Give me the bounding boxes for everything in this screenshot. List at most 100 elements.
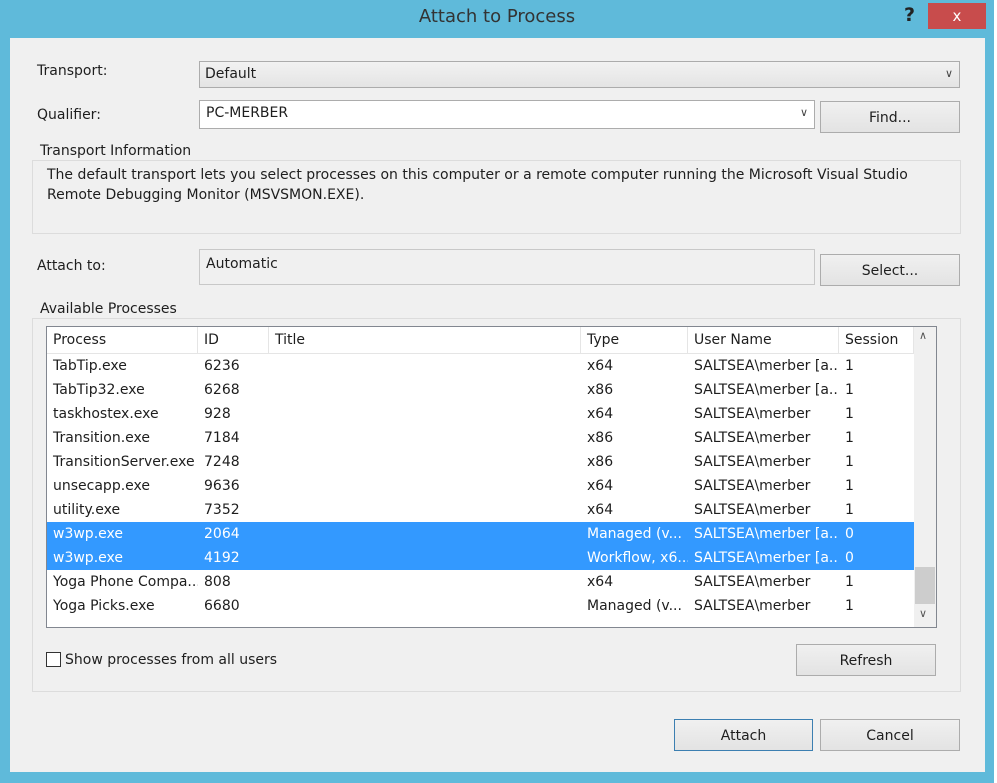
cell-id: 928 <box>204 406 231 422</box>
cell-session: 1 <box>845 406 854 422</box>
cancel-button[interactable]: Cancel <box>820 719 960 751</box>
cell-type: x86 <box>587 454 614 470</box>
cell-process: TabTip.exe <box>53 358 127 374</box>
cell-session: 1 <box>845 502 854 518</box>
select-button[interactable]: Select... <box>820 254 960 286</box>
attach-to-label: Attach to: <box>37 258 106 274</box>
column-header-user[interactable]: User Name <box>688 327 839 354</box>
cell-type: x64 <box>587 478 614 494</box>
cell-session: 1 <box>845 598 854 614</box>
cell-type: x64 <box>587 406 614 422</box>
cell-process: unsecapp.exe <box>53 478 150 494</box>
cell-type: x64 <box>587 574 614 590</box>
cell-process: TransitionServer.exe <box>53 454 195 470</box>
show-all-users-checkbox[interactable] <box>46 652 61 667</box>
close-button[interactable]: x <box>928 3 986 29</box>
cell-user: SALTSEA\merber [a... <box>694 382 839 398</box>
show-all-users-label[interactable]: Show processes from all users <box>65 652 277 668</box>
cell-user: SALTSEA\merber <box>694 430 811 446</box>
available-processes-label: Available Processes <box>38 301 179 317</box>
table-row[interactable]: TabTip32.exe 6268 x86 SALTSEA\merber [a... 1 <box>47 378 914 402</box>
qualifier-label: Qualifier: <box>37 107 101 123</box>
cell-process: TabTip32.exe <box>53 382 145 398</box>
cell-user: SALTSEA\merber <box>694 454 811 470</box>
column-header-title[interactable]: Title <box>269 327 581 354</box>
cell-process: w3wp.exe <box>53 526 123 542</box>
table-row[interactable]: utility.exe 7352 x64 SALTSEA\merber 1 <box>47 498 914 522</box>
cell-type: Managed (v... <box>587 526 682 542</box>
cell-process: Yoga Phone Compa... <box>53 574 198 590</box>
cell-user: SALTSEA\merber <box>694 478 811 494</box>
scrollbar-thumb[interactable] <box>915 567 935 604</box>
help-button[interactable]: ? <box>904 4 915 26</box>
cell-user: SALTSEA\merber <box>694 406 811 422</box>
window-title: Attach to Process <box>418 6 576 27</box>
cell-type: Managed (v... <box>587 598 682 614</box>
cell-id: 2064 <box>204 526 240 542</box>
chevron-down-icon: ∨ <box>799 106 808 119</box>
chevron-down-icon: ∨ <box>944 67 953 80</box>
cell-id: 7184 <box>204 430 240 446</box>
cell-user: SALTSEA\merber <box>694 598 811 614</box>
qualifier-combo[interactable]: PC-MERBER ∨ <box>199 100 815 129</box>
cell-id: 9636 <box>204 478 240 494</box>
cell-id: 808 <box>204 574 231 590</box>
table-row[interactable]: w3wp.exe 2064 Managed (v... SALTSEA\merber … <box>47 522 914 546</box>
cell-session: 1 <box>845 574 854 590</box>
transport-info-label: Transport Information <box>38 143 194 159</box>
cell-process: Transition.exe <box>53 430 150 446</box>
cell-type: x64 <box>587 358 614 374</box>
refresh-button[interactable]: Refresh <box>796 644 936 676</box>
table-row[interactable]: taskhostex.exe 928 x64 SALTSEA\merber 1 <box>47 402 914 426</box>
cell-process: utility.exe <box>53 502 121 518</box>
attach-button[interactable]: Attach <box>674 719 813 751</box>
scroll-down-icon[interactable]: ∨ <box>919 607 927 620</box>
table-row[interactable]: TransitionServer.exe 7248 x86 SALTSEA\merbe… <box>47 450 914 474</box>
cell-session: 1 <box>845 358 854 374</box>
find-button[interactable]: Find... <box>820 101 960 133</box>
cell-session: 1 <box>845 454 854 470</box>
table-row[interactable]: Transition.exe 7184 x86 SALTSEA\merber 1 <box>47 426 914 450</box>
cell-id: 6236 <box>204 358 240 374</box>
cell-user: SALTSEA\merber <box>694 502 811 518</box>
cell-user: SALTSEA\merber [a... <box>694 358 839 374</box>
table-row[interactable]: w3wp.exe 4192 Workflow, x6... SALTSEA\merbe… <box>47 546 914 570</box>
table-row[interactable]: TabTip.exe 6236 x64 SALTSEA\merber [a... 1 <box>47 354 914 378</box>
cell-user: SALTSEA\merber [a... <box>694 526 839 542</box>
cell-id: 7352 <box>204 502 240 518</box>
scroll-up-icon[interactable]: ∧ <box>919 329 927 342</box>
transport-dropdown[interactable]: Default ∨ <box>199 61 960 88</box>
transport-value: Default <box>205 66 257 82</box>
scrollbar[interactable]: ∧ ∨ <box>914 327 936 627</box>
table-row[interactable]: Yoga Picks.exe 6680 Managed (v... SALTSEA\m… <box>47 594 914 618</box>
cell-id: 7248 <box>204 454 240 470</box>
cell-session: 0 <box>845 526 854 542</box>
cell-user: SALTSEA\merber [a... <box>694 550 839 566</box>
cell-user: SALTSEA\merber <box>694 574 811 590</box>
attach-to-field: Automatic <box>199 249 815 285</box>
process-list[interactable]: Process ID Title Type User Name Session TabTi… <box>46 326 937 628</box>
table-row[interactable]: Yoga Phone Compa... 808 x64 SALTSEA\merber 1 <box>47 570 914 594</box>
cell-type: x86 <box>587 430 614 446</box>
cell-session: 1 <box>845 382 854 398</box>
cell-session: 1 <box>845 478 854 494</box>
cell-type: x64 <box>587 502 614 518</box>
column-header-type[interactable]: Type <box>581 327 688 354</box>
transport-label: Transport: <box>37 63 108 79</box>
transport-info-text: The default transport lets you select pr… <box>47 167 908 203</box>
cell-id: 4192 <box>204 550 240 566</box>
cell-session: 0 <box>845 550 854 566</box>
cell-id: 6680 <box>204 598 240 614</box>
cell-id: 6268 <box>204 382 240 398</box>
qualifier-value: PC-MERBER <box>206 105 289 121</box>
table-row[interactable]: unsecapp.exe 9636 x64 SALTSEA\merber 1 <box>47 474 914 498</box>
cell-type: Workflow, x6... <box>587 550 688 566</box>
column-header-process[interactable]: Process <box>47 327 198 354</box>
cell-process: taskhostex.exe <box>53 406 159 422</box>
cell-type: x86 <box>587 382 614 398</box>
cell-session: 1 <box>845 430 854 446</box>
cell-process: Yoga Picks.exe <box>53 598 155 614</box>
column-header-session[interactable]: Session <box>839 327 914 354</box>
column-header-id[interactable]: ID <box>198 327 269 354</box>
cell-process: w3wp.exe <box>53 550 123 566</box>
